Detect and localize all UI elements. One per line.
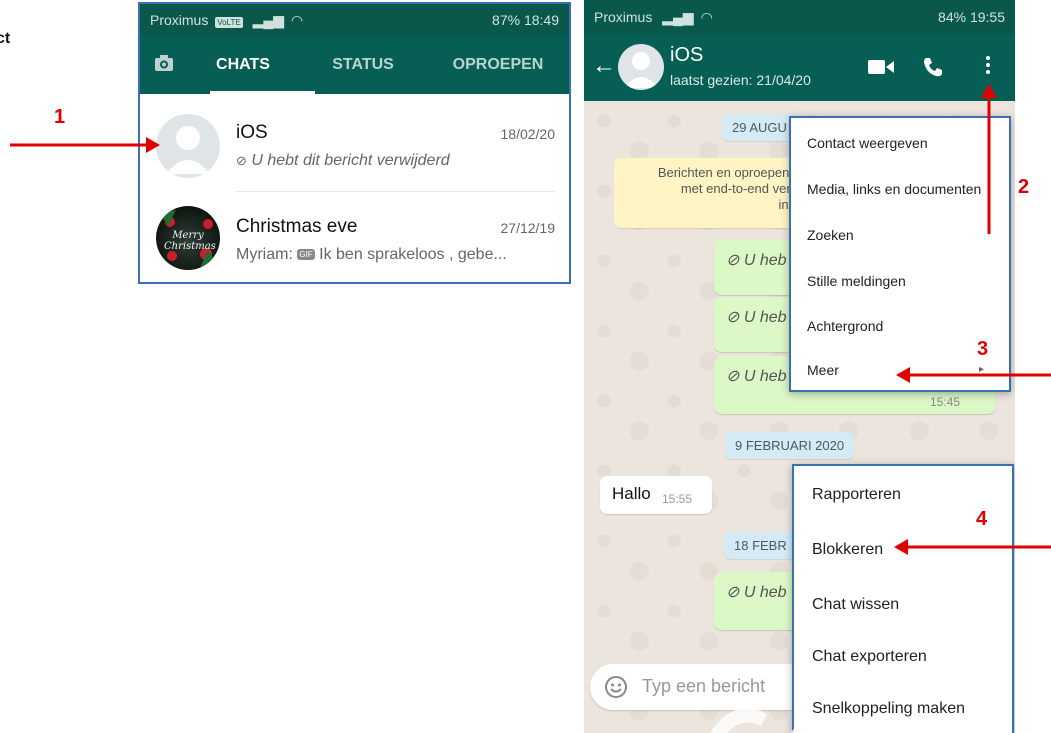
date-chip: 9 FEBRUARI 2020 xyxy=(725,432,855,459)
chat-name: Christmas eve xyxy=(236,216,358,237)
signal-icon: ▂▄▆ xyxy=(252,11,285,28)
back-arrow-icon[interactable]: ← xyxy=(592,52,616,80)
annotation-arrow-4 xyxy=(894,539,1051,555)
last-seen: laatst gezien: 21/04/20 xyxy=(670,72,811,88)
date-chip: 29 AUGU xyxy=(722,114,797,141)
battery-time: 84% 19:55 xyxy=(938,9,1005,25)
deleted-bubble-text: ⊘ U heb xyxy=(726,252,787,269)
gif-badge: GIF xyxy=(297,249,315,260)
deleted-bubble-text: ⊘ U heb xyxy=(726,368,787,385)
carrier-group: Proximus VoLTE ▂▄▆ ◠ xyxy=(150,12,303,29)
annotation-number-1: 1 xyxy=(54,106,66,128)
watermark-shape xyxy=(710,708,848,733)
annotation-arrow-2 xyxy=(981,84,997,234)
annotation-number-4: 4 xyxy=(976,508,988,530)
incoming-text: Hallo xyxy=(612,484,651,503)
chat-row-christmas-eve[interactable]: Merry Christmas Christmas eve 27/12/19 M… xyxy=(140,190,569,278)
menu-item-achtergrond[interactable]: Achtergrond xyxy=(807,318,883,334)
chat-app-bar: ← iOS laatst gezien: 21/04/20 xyxy=(584,34,1015,101)
date-chip: 18 FEBR xyxy=(724,532,797,559)
chat-preview: Myriam: GIF Ik ben sprakeloos , gebe... xyxy=(236,246,507,264)
menu-item-stille-meldingen[interactable]: Stille meldingen xyxy=(807,273,906,289)
blocked-icon: ⊘ xyxy=(726,252,740,269)
annotation-number-2: 2 xyxy=(1018,176,1030,198)
menu-item-chat-wissen[interactable]: Chat wissen xyxy=(812,596,899,614)
avatar-christmas-text: Merry Christmas xyxy=(164,230,216,252)
blocked-icon: ⊘ xyxy=(726,368,740,385)
menu-item-meer[interactable]: Meer xyxy=(807,362,839,378)
overflow-menu-icon[interactable] xyxy=(986,56,990,74)
chat-preview-text: Ik ben sprakeloos , gebe... xyxy=(319,246,507,263)
camera-icon[interactable] xyxy=(140,54,188,77)
message-time: 15:45 xyxy=(930,395,961,409)
blocked-icon: ⊘ xyxy=(726,309,740,326)
chat-name: iOS xyxy=(236,122,268,143)
input-placeholder: Typ een bericht xyxy=(642,676,766,696)
chat-preview: ⊘ U hebt dit bericht verwijderd xyxy=(236,152,450,170)
menu-item-blokkeren[interactable]: Blokkeren xyxy=(812,541,883,559)
chat-date: 18/02/20 xyxy=(500,126,556,142)
status-bar: Proximus ▂▄▆ ◠ 84% 19:55 xyxy=(584,0,1015,34)
annotation-arrow-1 xyxy=(10,137,160,153)
avatar-default xyxy=(156,114,220,178)
contact-name[interactable]: iOS xyxy=(670,44,703,67)
status-bar: Proximus VoLTE ▂▄▆ ◠ 87% 18:49 xyxy=(140,4,569,36)
volte-badge: VoLTE xyxy=(215,16,243,28)
annotation-number-3: 3 xyxy=(977,338,989,360)
incoming-time: 15:55 xyxy=(662,492,693,506)
stray-title-text: ct xyxy=(0,30,11,47)
more-submenu: Rapporteren Blokkeren Chat wissen Chat e… xyxy=(792,464,1014,733)
carrier-label: Proximus xyxy=(150,11,209,28)
wifi-icon: ◠ xyxy=(290,11,304,28)
incoming-bubble[interactable]: Hallo 15:55 xyxy=(600,476,712,514)
menu-item-media-links[interactable]: Media, links en documenten xyxy=(807,181,981,197)
chat-row-ios[interactable]: iOS 18/02/20 ⊘ U hebt dit bericht verwij… xyxy=(140,102,569,192)
blocked-icon: ⊘ xyxy=(236,153,247,168)
deleted-bubble-text: ⊘ U heb xyxy=(726,309,787,326)
deleted-message-text: U hebt dit bericht verwijderd xyxy=(251,152,450,169)
menu-item-rapporteren[interactable]: Rapporteren xyxy=(812,486,901,504)
carrier-group: Proximus ▂▄▆ ◠ xyxy=(594,9,713,26)
wifi-icon: ◠ xyxy=(700,8,713,25)
tab-bar: CHATS STATUS OPROEPEN xyxy=(140,36,569,94)
avatar-christmas: Merry Christmas xyxy=(156,206,220,270)
contact-avatar[interactable] xyxy=(618,44,664,90)
video-call-icon[interactable] xyxy=(868,59,894,75)
left-phone-screenshot: Proximus VoLTE ▂▄▆ ◠ 87% 18:49 CHATS STA… xyxy=(138,2,571,284)
active-tab-indicator xyxy=(210,91,315,94)
battery-time: 87% 18:49 xyxy=(492,12,559,28)
signal-icon: ▂▄▆ xyxy=(662,8,694,25)
emoji-icon[interactable] xyxy=(604,675,628,699)
tab-status[interactable]: STATUS xyxy=(298,56,428,74)
phone-call-icon[interactable] xyxy=(922,56,944,78)
menu-item-contact-weergeven[interactable]: Contact weergeven xyxy=(807,135,928,151)
deleted-bubble-text: ⊘ U heb xyxy=(726,584,787,601)
blocked-icon: ⊘ xyxy=(726,584,740,601)
menu-item-zoeken[interactable]: Zoeken xyxy=(807,227,854,243)
tab-oproepen[interactable]: OPROEPEN xyxy=(428,56,568,74)
menu-item-chat-exporteren[interactable]: Chat exporteren xyxy=(812,648,927,666)
chat-sender: Myriam: xyxy=(236,246,293,263)
chat-date: 27/12/19 xyxy=(500,220,556,236)
tab-chats[interactable]: CHATS xyxy=(188,56,298,74)
annotation-arrow-3 xyxy=(896,367,1051,383)
carrier-label: Proximus xyxy=(594,8,653,25)
